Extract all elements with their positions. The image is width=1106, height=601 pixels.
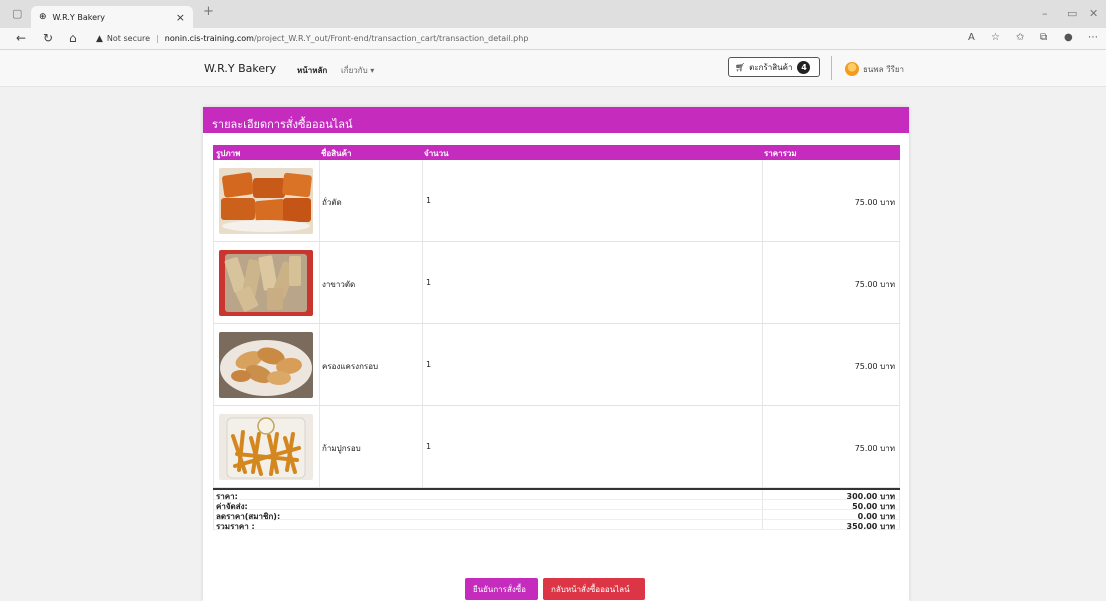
product-image (219, 168, 313, 234)
product-image (219, 332, 313, 398)
favorites-icon[interactable]: ✩ (1016, 32, 1024, 43)
cell-divider (319, 406, 320, 487)
tab-actions-icon[interactable]: ▢ (12, 7, 22, 20)
summary-grand-total: รวมราคา : 350.00 บาท (213, 520, 900, 531)
close-window-icon[interactable]: ✕ (1089, 7, 1098, 20)
home-icon[interactable]: ⌂ (69, 31, 77, 45)
cell-divider (422, 160, 423, 241)
product-price: 75.00 บาท (854, 198, 895, 207)
browser-tab[interactable]: ⊕ W.R.Y Bakery × (31, 6, 193, 28)
product-name: ถั่วตัด (322, 198, 342, 207)
product-price: 75.00 บาท (854, 444, 895, 453)
caret-down-icon: ▾ (370, 66, 375, 75)
nav-about-dropdown[interactable]: เกี่ยวกับ ▾ (341, 64, 374, 77)
summary-subtotal: ราคา: 300.00 บาท (213, 490, 900, 501)
cell-divider (762, 324, 763, 405)
col-total: ราคารวม (764, 149, 797, 158)
browser-tab-bar: ▢ ⊕ W.R.Y Bakery × + – ▭ ✕ (0, 0, 1106, 28)
url-separator: | (156, 34, 159, 43)
product-name: ก้ามปูกรอบ (322, 444, 361, 453)
user-menu[interactable]: ธนพล วีรียา (845, 62, 904, 76)
address-bar: ← ↻ ⌂ ▲ Not secure | nonin.cis-training.… (0, 28, 1106, 50)
cell-divider (319, 160, 320, 241)
cell-divider (422, 242, 423, 323)
product-qty: 1 (426, 442, 432, 451)
cart-icon: 🛒︎ (735, 62, 746, 72)
cell-divider (422, 324, 423, 405)
url-field[interactable]: ▲ Not secure | nonin.cis-training.com /p… (96, 30, 656, 47)
product-qty: 1 (426, 196, 432, 205)
nav-home[interactable]: หน้าหลัก (297, 64, 327, 77)
col-name: ชื่อสินค้า (321, 149, 352, 158)
add-favorite-icon[interactable]: ☆ (991, 32, 1000, 43)
product-qty: 1 (426, 360, 432, 369)
product-price: 75.00 บาท (854, 362, 895, 371)
read-aloud-icon[interactable]: A (968, 32, 975, 43)
product-name: ครองแครงกรอบ (322, 362, 379, 371)
product-price: 75.00 บาท (854, 280, 895, 289)
confirm-order-button[interactable]: ยืนยันการสั่งซื้อ (465, 578, 538, 600)
cell-divider (319, 242, 320, 323)
order-summary: ราคา: 300.00 บาท ค่าจัดส่ง: 50.00 บาท ลด… (213, 488, 900, 531)
order-detail-card: รายละเอียดการสั่งซื้อออนไลน์ รูปภาพ ชื่อ… (203, 107, 909, 601)
cart-button[interactable]: 🛒︎ ตะกร้าสินค้า 4 (728, 57, 820, 77)
user-name: ธนพล วีรียา (863, 64, 905, 74)
grand-total-value: 350.00 บาท (846, 522, 896, 531)
product-name: งาขาวตัด (322, 280, 356, 289)
nav-divider (831, 56, 832, 80)
grand-total-label: รวมราคา : (216, 522, 255, 531)
cell-divider (319, 324, 320, 405)
refresh-icon[interactable]: ↻ (43, 31, 53, 45)
cell-divider (762, 242, 763, 323)
table-row: งาขาวตัด 1 75.00 บาท (213, 242, 900, 324)
card-title: รายละเอียดการสั่งซื้อออนไลน์ (203, 107, 909, 133)
col-image: รูปภาพ (216, 149, 241, 158)
product-image (219, 250, 313, 316)
collections-icon[interactable]: ⧉ (1040, 32, 1047, 43)
table-row: ถั่วตัด 1 75.00 บาท (213, 160, 900, 242)
close-tab-icon[interactable]: × (176, 11, 185, 24)
table-row: ครองแครงกรอบ 1 75.00 บาท (213, 324, 900, 406)
cell-divider (762, 160, 763, 241)
nav-about-label: เกี่ยวกับ (341, 66, 368, 75)
cell-divider (422, 406, 423, 487)
table-header: รูปภาพ ชื่อสินค้า จำนวน ราคารวม (213, 145, 900, 160)
more-icon[interactable]: ⋯ (1088, 32, 1098, 43)
product-image (219, 414, 313, 480)
security-label: Not secure (106, 34, 151, 43)
new-tab-icon[interactable]: + (203, 4, 214, 19)
cell-divider (762, 406, 763, 487)
warning-icon: ▲ (96, 33, 103, 44)
brand-logo[interactable]: W.R.Y Bakery (204, 62, 276, 75)
summary-discount: ลดราคา(สมาชิก): 0.00 บาท (213, 510, 900, 521)
url-path: /project_W.R.Y_out/Front-end/transaction… (253, 34, 529, 43)
cart-label: ตะกร้าสินค้า (749, 62, 793, 72)
site-navbar: W.R.Y Bakery หน้าหลัก เกี่ยวกับ ▾ 🛒︎ ตะก… (0, 50, 1106, 87)
profile-icon[interactable]: ● (1064, 32, 1073, 43)
col-qty: จำนวน (424, 149, 449, 158)
action-buttons: ยืนยันการสั่งซื้อ กลับหน้าสั่งซื้อออนไลน… (465, 578, 645, 600)
url-host: nonin.cis-training.com (164, 34, 254, 43)
minimize-icon[interactable]: – (1042, 7, 1048, 20)
back-to-shop-button[interactable]: กลับหน้าสั่งซื้อออนไลน์ (543, 578, 645, 600)
order-table: รูปภาพ ชื่อสินค้า จำนวน ราคารวม ถั่วตัด … (213, 145, 900, 531)
restore-icon[interactable]: ▭ (1067, 7, 1077, 20)
tab-title: W.R.Y Bakery (52, 12, 106, 22)
product-qty: 1 (426, 278, 432, 287)
back-icon[interactable]: ← (16, 31, 26, 45)
table-row: ก้ามปูกรอบ 1 75.00 บาท (213, 406, 900, 488)
avatar (845, 62, 859, 76)
cart-count-badge: 4 (797, 60, 811, 74)
summary-shipping: ค่าจัดส่ง: 50.00 บาท (213, 500, 900, 511)
globe-icon: ⊕ (39, 12, 47, 22)
